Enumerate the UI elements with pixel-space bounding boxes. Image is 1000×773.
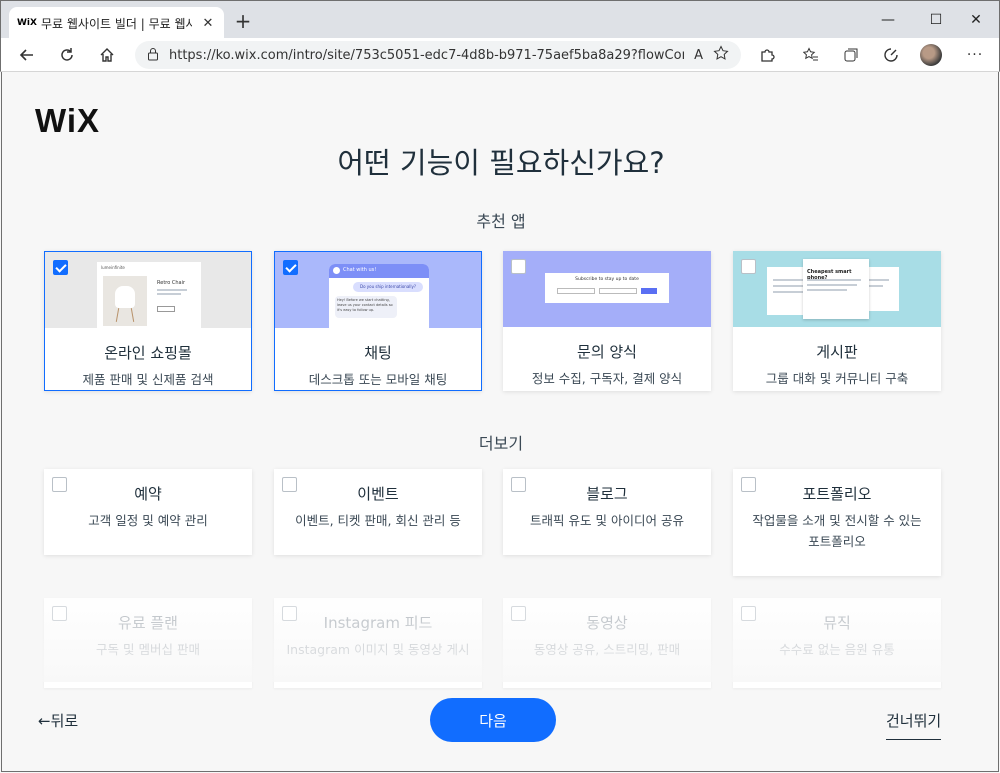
forum-checkbox[interactable] [741,259,756,274]
forum-thumbnail: Cheapest smart phone? [733,251,941,327]
page-title: 어떤 기능이 필요하신가요? [337,146,665,180]
store-mockup: lumeinfinite Retro Chair [97,262,201,328]
tab-title: 무료 웹사이트 빌더 | 무료 웹사이트 [41,16,192,31]
app-card-portfolio[interactable]: 포트폴리오 작업물을 소개 및 전시할 수 있는 포트폴리오 [733,469,941,576]
card-description: Instagram 이미지 및 동영상 게시 [286,642,470,657]
minimize-button[interactable]: — [865,9,911,31]
app-card-online-store[interactable]: lumeinfinite Retro Chair 온라인 쇼핑몰 제품 판매 및… [44,251,252,391]
card-title: 블로그 [586,485,628,503]
card-title: 예약 [134,485,162,503]
app-card-chat[interactable]: Chat with us! Do you ship internationall… [274,251,482,391]
card-title: 문의 양식 [577,343,637,361]
chat-thumbnail: Chat with us! Do you ship internationall… [275,252,481,328]
address-bar[interactable]: https://ko.wix.com/intro/site/753c5051-e… [135,41,741,69]
portfolio-checkbox[interactable] [741,477,756,492]
blog-checkbox[interactable] [511,477,526,492]
store-product-name: Retro Chair [157,280,186,286]
app-card-instagram-feed[interactable]: Instagram 피드 Instagram 이미지 및 동영상 게시 [274,598,482,688]
profile-avatar[interactable] [920,44,942,66]
card-title: 온라인 쇼핑몰 [104,344,192,362]
browser-titlebar: WiX 무료 웹사이트 빌더 | 무료 웹사이트 ✕ + — ☐ ✕ [0,0,1000,39]
chat-header-text: Chat with us! [343,267,377,273]
card-description: 수수료 없는 음원 유통 [779,642,895,657]
back-link[interactable]: ←뒤로 [38,710,78,731]
card-title: 유료 플랜 [118,614,178,632]
card-description: 제품 판매 및 신제품 검색 [82,372,214,387]
music-checkbox[interactable] [741,606,756,621]
bookings-checkbox[interactable] [52,477,67,492]
card-title: 채팅 [364,344,392,362]
contact-form-thumbnail: Subscribe to stay up to date [503,251,711,327]
online-store-checkbox[interactable] [53,260,68,275]
extensions-icon[interactable] [755,44,779,66]
chair-image [103,276,147,326]
chat-bubble: Do you ship internationally? [353,282,423,292]
card-description: 데스크톱 또는 모바일 채팅 [308,372,448,387]
card-description: 정보 수집, 구독자, 결제 양식 [531,371,683,386]
recommended-section-label: 추천 앱 [476,212,526,231]
browser-toolbar: https://ko.wix.com/intro/site/753c5051-e… [0,38,1000,72]
contact-form-checkbox[interactable] [511,259,526,274]
paid-plans-checkbox[interactable] [52,606,67,621]
more-menu-icon[interactable]: ··· [963,44,987,66]
lock-icon [147,46,159,65]
read-aloud-icon[interactable]: A [694,48,703,63]
card-title: 동영상 [586,614,628,632]
refresh-icon[interactable] [55,44,79,66]
form-mockup: Subscribe to stay up to date [545,273,669,303]
wix-favicon-icon: WiX [17,18,37,28]
collections-icon[interactable] [839,44,863,66]
events-checkbox[interactable] [282,477,297,492]
card-title: Instagram 피드 [323,614,433,632]
card-title: 이벤트 [357,485,399,503]
next-button[interactable]: 다음 [430,698,556,742]
app-card-forum[interactable]: Cheapest smart phone? 게시판 그룹 대화 및 커뮤니티 구… [733,251,941,391]
wix-logo: WiX [35,102,101,139]
skip-link[interactable]: 건너뛰기 [886,710,942,740]
app-card-blog[interactable]: 블로그 트래픽 유도 및 아이디어 공유 [503,469,711,555]
back-arrow-icon[interactable] [15,44,39,66]
card-description: 트래픽 유도 및 아이디어 공유 [530,513,684,528]
card-description: 구독 및 멤버십 판매 [96,642,200,657]
app-card-events[interactable]: 이벤트 이벤트, 티켓 판매, 회신 관리 등 [274,469,482,555]
home-icon[interactable] [95,44,119,66]
app-card-bookings[interactable]: 예약 고객 일정 및 예약 관리 [44,469,252,555]
card-title: 포트폴리오 [802,485,872,503]
favorites-icon[interactable] [799,44,823,66]
favorite-star-icon[interactable] [713,45,729,65]
instagram-feed-checkbox[interactable] [282,606,297,621]
card-title: 게시판 [816,343,858,361]
card-description: 고객 일정 및 예약 관리 [88,513,208,528]
store-brand: lumeinfinite [101,265,125,270]
app-card-contact-form[interactable]: Subscribe to stay up to date 문의 양식 정보 수집… [503,251,711,391]
chat-widget-mockup: Chat with us! Do you ship internationall… [329,264,429,328]
card-description: 그룹 대화 및 커뮤니티 구축 [765,371,909,386]
app-card-music[interactable]: 뮤직 수수료 없는 음원 유통 [733,598,941,688]
window-close-button[interactable]: ✕ [953,9,999,31]
app-card-video[interactable]: 동영상 동영상 공유, 스트리밍, 판매 [503,598,711,688]
form-title: Subscribe to stay up to date [575,277,639,282]
app-card-paid-plans[interactable]: 유료 플랜 구독 및 멤버십 판매 [44,598,252,688]
card-description: 동영상 공유, 스트리밍, 판매 [533,642,681,657]
close-tab-icon[interactable]: ✕ [200,16,216,31]
card-description: 작업물을 소개 및 전시할 수 있는 포트폴리오 [752,513,922,549]
video-checkbox[interactable] [511,606,526,621]
forum-post-mockup-center: Cheapest smart phone? [803,259,869,319]
chat-checkbox[interactable] [283,260,298,275]
browser-tab[interactable]: WiX 무료 웹사이트 빌더 | 무료 웹사이트 ✕ [9,7,224,39]
performance-icon[interactable] [879,44,903,66]
chat-reply: Hey! Before we start chatting, leave us … [335,296,397,318]
url-text: https://ko.wix.com/intro/site/753c5051-e… [169,47,685,63]
new-tab-button[interactable]: + [233,11,253,31]
online-store-thumbnail: lumeinfinite Retro Chair [45,252,251,328]
card-title: 뮤직 [823,614,851,632]
more-section-label: 더보기 [478,434,524,453]
wix-intro-page: WiX 어떤 기능이 필요하신가요? 추천 앱 lumeinfinite Ret… [1,72,999,772]
card-description: 이벤트, 티켓 판매, 회신 관리 등 [295,513,461,528]
